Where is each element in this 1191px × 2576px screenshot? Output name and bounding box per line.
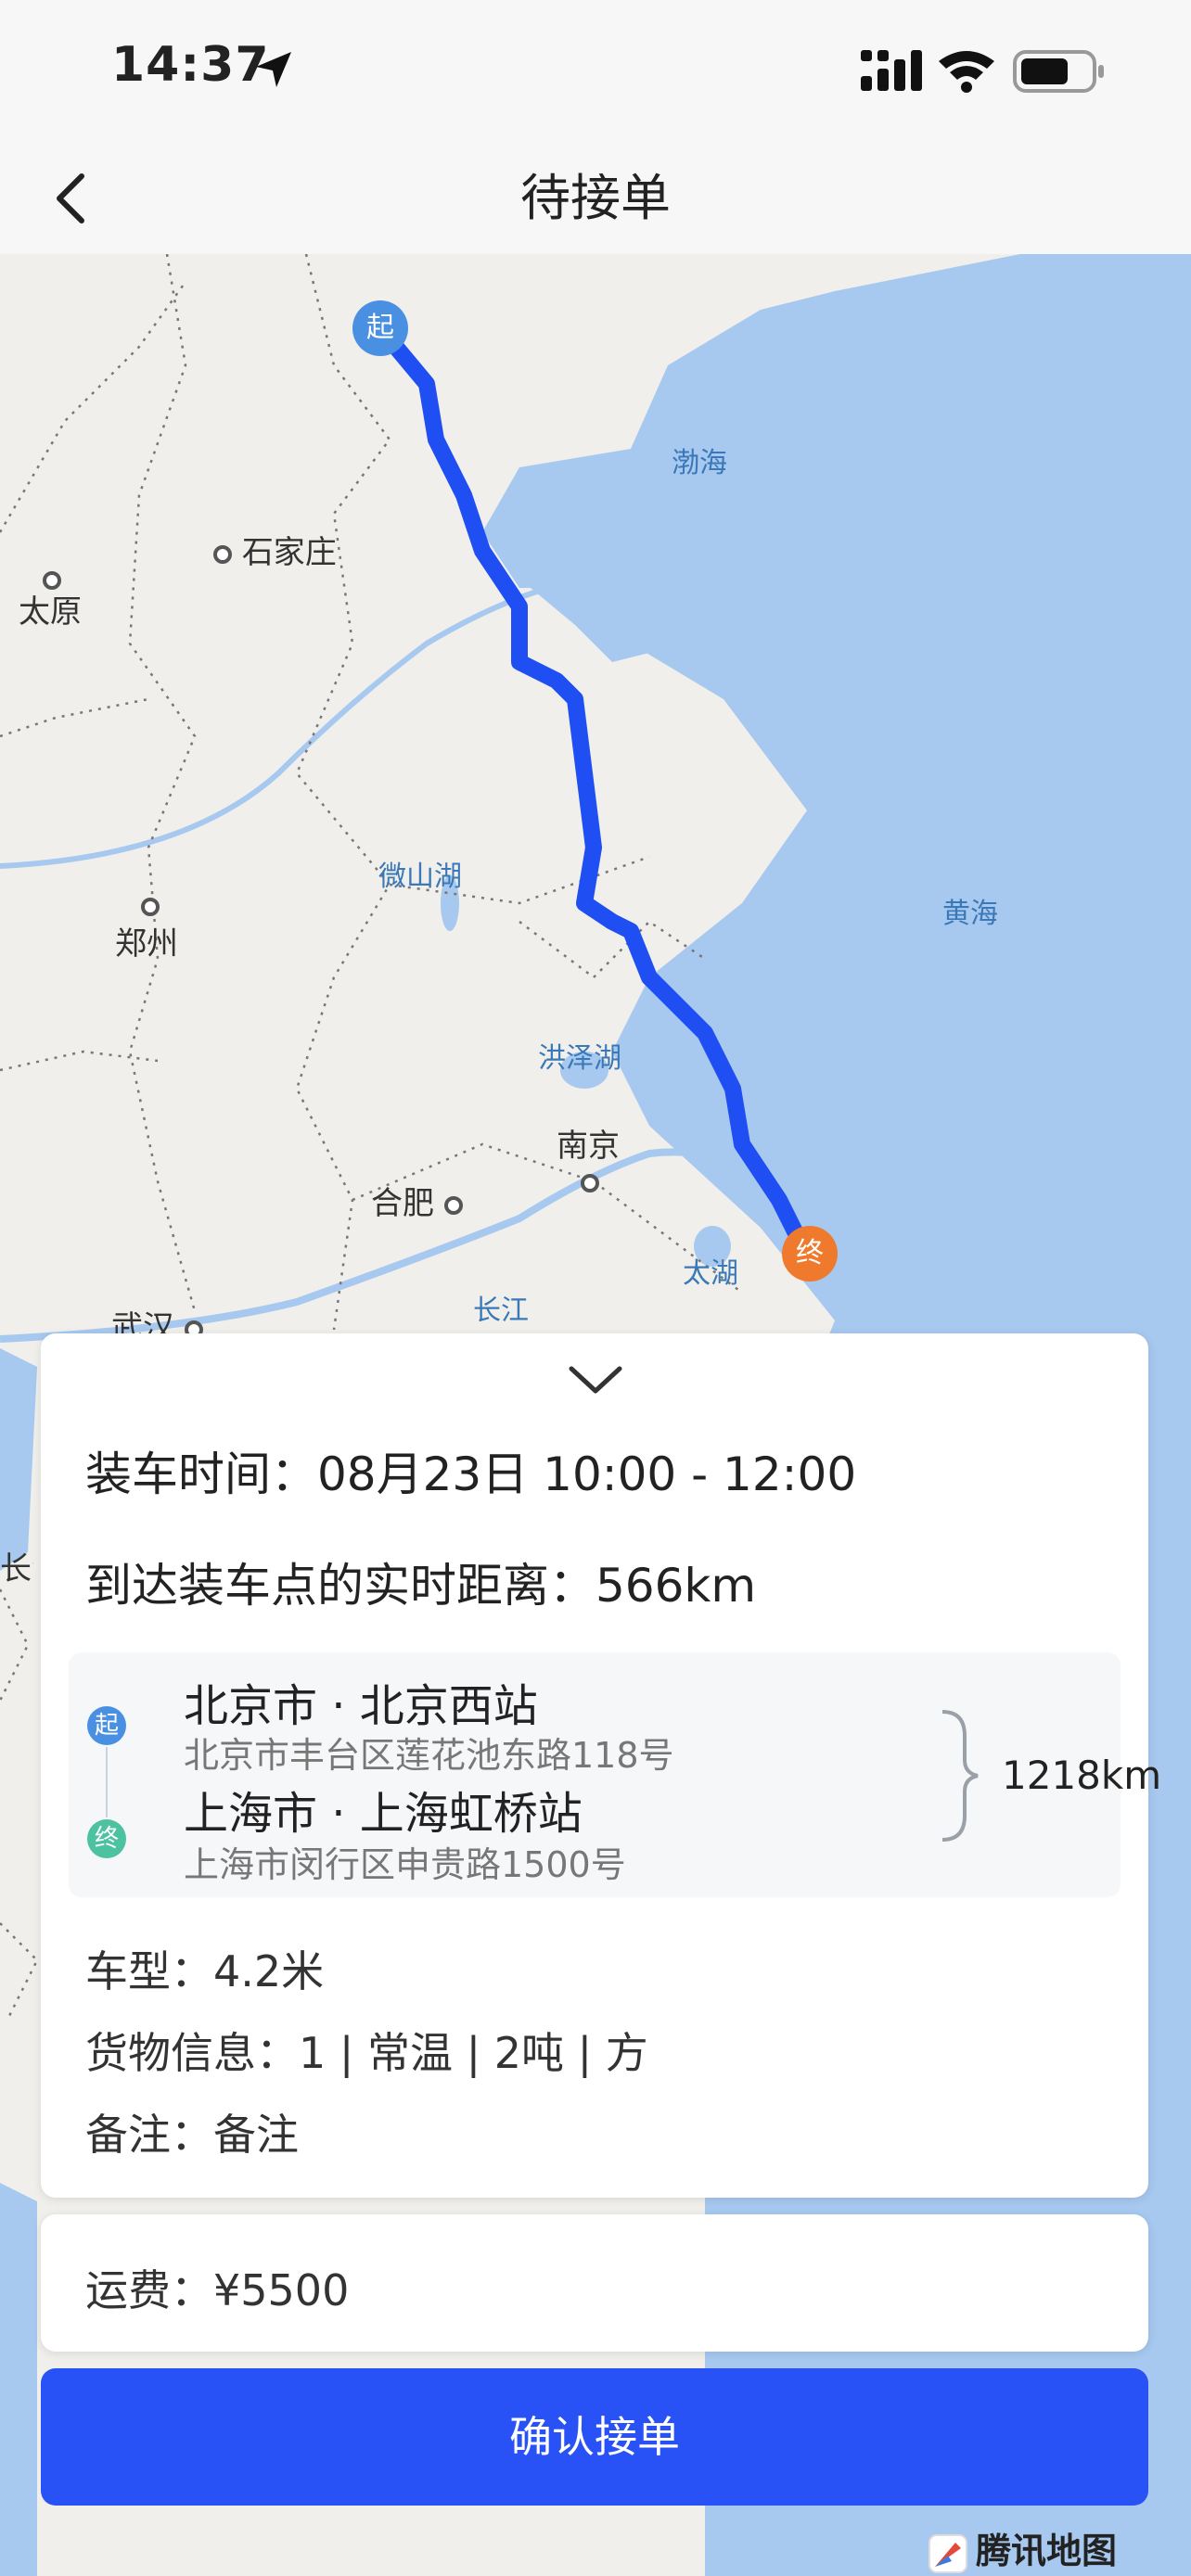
map-label-bohai: 渤海 xyxy=(672,447,727,479)
order-info-card: 装车时间：08月23日 10:00 - 12:00 到达装车点的实时距离：566… xyxy=(41,1333,1161,2198)
map-label-taiyuan: 太原 xyxy=(19,593,82,631)
map-label-taihu: 太湖 xyxy=(683,1257,738,1290)
freight-fee-value: ¥5500 xyxy=(213,2265,350,2315)
map-label-zhengzhou: 郑州 xyxy=(115,925,178,963)
map-city-dot-nanjing xyxy=(581,1163,599,1200)
end-pin[interactable]: 终 xyxy=(782,1226,838,1282)
map-label-hongzehu: 洪泽湖 xyxy=(538,1042,621,1075)
battery-icon xyxy=(1013,50,1104,93)
map-provider-logo: 腾讯地图 xyxy=(928,2522,1117,2574)
realtime-distance: 到达装车点的实时距离：566km xyxy=(85,1549,756,1615)
vehicle-type-label: 车型： xyxy=(85,1946,213,1996)
status-bar: 14:37 xyxy=(0,0,1191,139)
load-time-label: 装车时间： xyxy=(85,1447,317,1501)
freight-fee: 运费：¥5500 xyxy=(85,2257,349,2318)
realtime-distance-label: 到达装车点的实时距离： xyxy=(85,1559,596,1613)
city-dot-icon xyxy=(443,1195,463,1215)
wifi-icon xyxy=(939,51,994,93)
left-sea-strip xyxy=(0,1348,37,1571)
fee-card: 运费：¥5500 xyxy=(41,2214,1148,2352)
cargo-info-value: 1 | 常温 | 2吨 | 方 xyxy=(299,2028,648,2078)
map-provider-name: 腾讯地图 xyxy=(976,2531,1118,2571)
page-title: 待接单 xyxy=(520,169,671,227)
city-dot-icon xyxy=(213,544,232,564)
realtime-distance-value: 566km xyxy=(596,1559,757,1613)
load-time-value: 08月23日 10:00 - 12:00 xyxy=(317,1447,857,1501)
signal-icon xyxy=(861,50,922,91)
end-badge: 终 xyxy=(87,1819,126,1858)
city-dot-icon xyxy=(141,897,160,916)
right-brace-icon xyxy=(941,1710,979,1842)
collapse-button[interactable] xyxy=(566,1361,625,1398)
map-label-changjiang: 长江 xyxy=(473,1294,529,1327)
map-label-changjiang-edge: 长江 xyxy=(0,1550,33,1588)
cargo-info: 货物信息：1 | 常温 | 2吨 | 方 xyxy=(85,2020,648,2081)
map-label-huanghai: 黄海 xyxy=(942,898,998,930)
map-label-nanjing: 南京 xyxy=(557,1128,620,1165)
cargo-info-label: 货物信息： xyxy=(85,2028,299,2078)
map-label-shijiazhuang: 石家庄 xyxy=(213,527,337,572)
location-arrow-icon xyxy=(256,52,291,87)
start-location-address: 北京市丰台区莲花池东路118号 xyxy=(184,1735,674,1776)
start-pin[interactable]: 起 xyxy=(352,300,408,356)
freight-fee-label: 运费： xyxy=(85,2265,213,2315)
route-connector xyxy=(106,1747,108,1817)
status-indicators xyxy=(861,50,1104,93)
city-dot-icon xyxy=(581,1173,599,1192)
chevron-down-icon xyxy=(569,1366,622,1394)
vehicle-type-value: 4.2米 xyxy=(213,1946,325,1996)
start-badge: 起 xyxy=(87,1706,126,1745)
bottom-left-sea xyxy=(0,2183,37,2576)
map-label-hefei: 合肥 xyxy=(371,1178,463,1223)
navigation-bar: 待接单 xyxy=(0,139,1191,254)
confirm-order-button[interactable]: 确认接单 xyxy=(41,2368,1148,2506)
remark-label: 备注： xyxy=(85,2110,213,2160)
map-label-weishanhu: 微山湖 xyxy=(378,861,462,893)
load-time: 装车时间：08月23日 10:00 - 12:00 xyxy=(85,1437,856,1504)
route-summary: 起 终 北京市 · 北京西站 北京市丰台区莲花池东路118号 上海市 · 上海虹… xyxy=(69,1652,1161,1897)
remark-value: 备注 xyxy=(213,2110,299,2160)
remark: 备注：备注 xyxy=(85,2101,299,2162)
tencent-map-logo-icon xyxy=(928,2533,967,2573)
yellow-river xyxy=(0,576,595,869)
end-location-name: 上海市 · 上海虹桥站 xyxy=(184,1788,583,1840)
status-time: 14:37 xyxy=(111,37,270,93)
end-location-address: 上海市闵行区申贵路1500号 xyxy=(184,1844,626,1885)
start-location-name: 北京市 · 北京西站 xyxy=(184,1680,538,1732)
route-distance: 1218km xyxy=(1002,1753,1162,1798)
vehicle-type: 车型：4.2米 xyxy=(85,1938,324,1999)
